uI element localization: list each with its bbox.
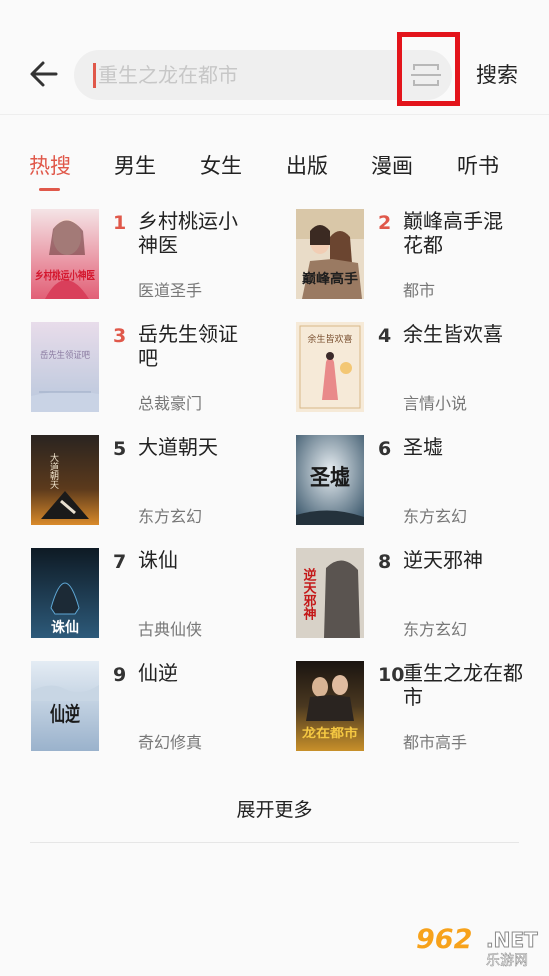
book-cover: 逆天邪神 — [296, 548, 364, 638]
svg-text:诛仙: 诛仙 — [51, 619, 79, 636]
book-cover: 大道朝天 — [31, 435, 99, 525]
svg-text:乡村桃运小神医: 乡村桃运小神医 — [35, 268, 95, 282]
book-category: 医道圣手 — [138, 281, 203, 300]
book-title: 仙逆 — [138, 661, 178, 685]
book-cover: 岳先生领证吧 — [31, 322, 99, 412]
book-category: 都市 — [403, 281, 436, 300]
book-cover: 仙逆 — [31, 661, 99, 751]
tab-audiobook[interactable]: 听书 — [457, 150, 499, 180]
svg-text:龙在都市: 龙在都市 — [302, 725, 358, 740]
book-item[interactable]: 诛仙 7 诛仙 古典仙侠 — [31, 548, 291, 648]
book-item[interactable]: 逆天邪神 8 逆天邪神 东方玄幻 — [296, 548, 549, 648]
book-cover: 乡村桃运小神医 — [31, 209, 99, 299]
search-box[interactable] — [74, 50, 452, 100]
book-category: 东方玄幻 — [138, 507, 203, 526]
svg-text:仙逆: 仙逆 — [50, 702, 80, 726]
tab-male[interactable]: 男生 — [114, 150, 156, 180]
book-category: 东方玄幻 — [403, 507, 468, 526]
top-bar: 搜索 — [0, 0, 549, 115]
search-button[interactable]: 搜索 — [465, 58, 529, 92]
tab-female[interactable]: 女生 — [200, 150, 242, 180]
watermark-number: 962 — [416, 924, 473, 955]
book-category: 言情小说 — [403, 394, 468, 413]
divider — [30, 842, 519, 843]
book-category: 东方玄幻 — [403, 620, 468, 639]
book-title: 圣墟 — [403, 435, 443, 459]
book-item[interactable]: 乡村桃运小神医 1 乡村桃运小神医 医道圣手 — [31, 209, 291, 309]
book-title: 诛仙 — [138, 548, 178, 572]
book-title: 余生皆欢喜 — [403, 322, 503, 346]
book-rank: 8 — [378, 551, 392, 573]
book-category: 奇幻修真 — [138, 733, 203, 752]
book-cover: 余生皆欢喜 — [296, 322, 364, 412]
book-rank: 7 — [113, 551, 127, 573]
tab-hot[interactable]: 热搜 — [29, 150, 71, 180]
show-more-button[interactable]: 展开更多 — [0, 795, 549, 822]
book-rank: 2 — [378, 212, 392, 234]
book-title: 逆天邪神 — [403, 548, 483, 572]
category-tabs: 热搜 男生 女生 出版 漫画 听书 — [0, 140, 549, 191]
book-cover: 龙在都市 — [296, 661, 364, 751]
back-arrow-icon — [30, 61, 58, 87]
book-cover: 诛仙 — [31, 548, 99, 638]
book-rank: 5 — [113, 438, 127, 460]
book-title: 重生之龙在都市 — [403, 661, 523, 709]
svg-text:巅峰高手: 巅峰高手 — [302, 271, 358, 287]
tab-publish[interactable]: 出版 — [286, 150, 328, 180]
book-title: 乡村桃运小神医 — [138, 209, 238, 257]
book-item[interactable]: 大道朝天 5 大道朝天 东方玄幻 — [31, 435, 291, 535]
text-cursor — [93, 63, 96, 88]
svg-text:大道朝天: 大道朝天 — [48, 452, 59, 490]
back-button[interactable] — [26, 56, 62, 92]
svg-text:岳先生领证吧: 岳先生领证吧 — [40, 349, 90, 361]
book-title: 巅峰高手混花都 — [403, 209, 503, 257]
watermark-cn: 乐游网 — [486, 953, 529, 970]
book-title: 大道朝天 — [138, 435, 218, 459]
book-item[interactable]: 巅峰高手 2 巅峰高手混花都 都市 — [296, 209, 549, 309]
active-tab-indicator — [39, 188, 60, 191]
book-rank: 10 — [378, 664, 405, 686]
book-category: 总裁豪门 — [138, 394, 203, 413]
highlight-box — [397, 32, 460, 106]
book-item[interactable]: 龙在都市 10 重生之龙在都市 都市高手 — [296, 661, 549, 761]
book-item[interactable]: 余生皆欢喜 4 余生皆欢喜 言情小说 — [296, 322, 549, 422]
book-cover: 圣墟 — [296, 435, 364, 525]
watermark-net: .NET — [486, 928, 539, 953]
book-category: 古典仙侠 — [138, 620, 203, 639]
book-rank: 1 — [113, 212, 127, 234]
search-input[interactable] — [98, 50, 398, 100]
book-item[interactable]: 岳先生领证吧 3 岳先生领证吧 总裁豪门 — [31, 322, 291, 422]
svg-text:逆天邪神: 逆天邪神 — [301, 567, 318, 621]
svg-text:余生皆欢喜: 余生皆欢喜 — [307, 333, 352, 345]
book-category: 都市高手 — [403, 733, 468, 752]
site-watermark: 962 .NET 乐游网 — [416, 924, 544, 970]
tab-comic[interactable]: 漫画 — [371, 150, 413, 180]
book-cover: 巅峰高手 — [296, 209, 364, 299]
book-rank: 4 — [378, 325, 392, 347]
svg-text:圣墟: 圣墟 — [310, 466, 350, 491]
book-rank: 6 — [378, 438, 392, 460]
book-rank: 3 — [113, 325, 127, 347]
book-item[interactable]: 仙逆 9 仙逆 奇幻修真 — [31, 661, 291, 761]
book-item[interactable]: 圣墟 6 圣墟 东方玄幻 — [296, 435, 549, 535]
book-rank: 9 — [113, 664, 127, 686]
book-title: 岳先生领证吧 — [138, 322, 238, 370]
